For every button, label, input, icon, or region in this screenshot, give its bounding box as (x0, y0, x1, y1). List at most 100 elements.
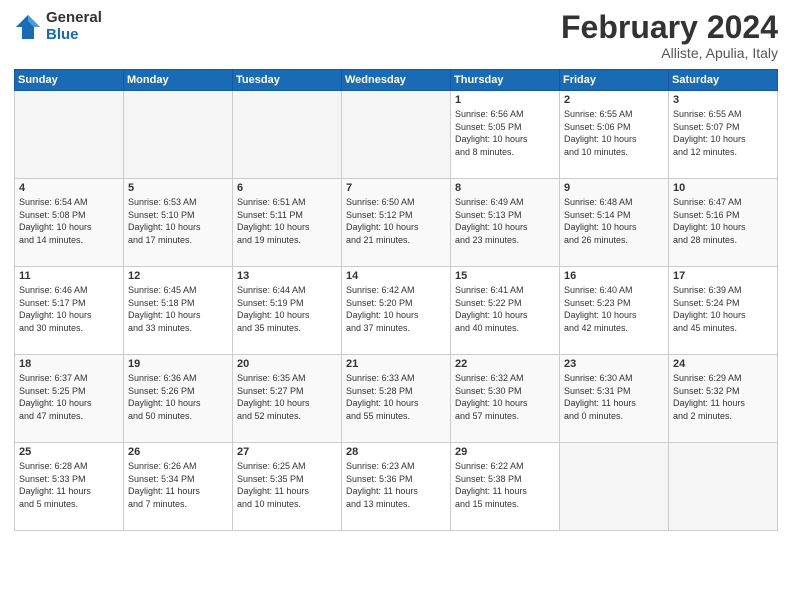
day-info: Sunrise: 6:42 AM Sunset: 5:20 PM Dayligh… (346, 284, 446, 334)
day-number: 15 (455, 270, 555, 282)
calendar-cell (342, 91, 451, 179)
day-number: 2 (564, 94, 664, 106)
calendar-cell (669, 443, 778, 531)
day-number: 23 (564, 358, 664, 370)
day-info: Sunrise: 6:48 AM Sunset: 5:14 PM Dayligh… (564, 196, 664, 246)
calendar-cell: 14Sunrise: 6:42 AM Sunset: 5:20 PM Dayli… (342, 267, 451, 355)
calendar-week-3: 18 Sunrise: 6:37 AM Sunset: 5:25 PM Dayli… (15, 355, 778, 443)
header-thursday: Thursday (451, 70, 560, 91)
day-info: Sunrise: 6:53 AM Sunset: 5:10 PM Dayligh… (128, 196, 228, 246)
day-info: Sunrise: 6:55 AM Sunset: 5:07 PM Dayligh… (673, 108, 773, 158)
calendar-cell: 28 Sunrise: 6:23 AM Sunset: 5:36 PM Dayli… (342, 443, 451, 531)
header-wednesday: Wednesday (342, 70, 451, 91)
day-info: Sunrise: 6:22 AM Sunset: 5:38 PM Dayligh… (455, 460, 555, 510)
day-info: Sunrise: 6:56 AM Sunset: 5:05 PM Dayligh… (455, 108, 555, 158)
day-number: 18 (19, 358, 119, 370)
calendar-cell: 17 Sunrise: 6:39 AM Sunset: 5:24 PM Dayli… (669, 267, 778, 355)
day-info: Sunrise: 6:36 AM Sunset: 5:26 PM Dayligh… (128, 372, 228, 422)
page-container: General Blue February 2024 Alliste, Apul… (0, 0, 792, 612)
calendar-cell: 9 Sunrise: 6:48 AM Sunset: 5:14 PM Daylig… (560, 179, 669, 267)
day-number: 28 (346, 446, 446, 458)
day-number: 26 (128, 446, 228, 458)
calendar-cell: 20Sunrise: 6:35 AM Sunset: 5:27 PM Dayli… (233, 355, 342, 443)
calendar-cell (233, 91, 342, 179)
header-friday: Friday (560, 70, 669, 91)
calendar-cell: 12 Sunrise: 6:45 AM Sunset: 5:18 PM Dayli… (124, 267, 233, 355)
logo-icon (14, 13, 42, 41)
calendar-cell: 26Sunrise: 6:26 AM Sunset: 5:34 PM Dayli… (124, 443, 233, 531)
day-number: 13 (237, 270, 337, 282)
calendar-cell (560, 443, 669, 531)
calendar-cell: 5 Sunrise: 6:53 AM Sunset: 5:10 PM Daylig… (124, 179, 233, 267)
location: Alliste, Apulia, Italy (561, 45, 778, 61)
day-info: Sunrise: 6:49 AM Sunset: 5:13 PM Dayligh… (455, 196, 555, 246)
day-number: 9 (564, 182, 664, 194)
calendar-week-1: 4 Sunrise: 6:54 AM Sunset: 5:08 PM Daylig… (15, 179, 778, 267)
day-number: 12 (128, 270, 228, 282)
day-info: Sunrise: 6:44 AM Sunset: 5:19 PM Dayligh… (237, 284, 337, 334)
day-info: Sunrise: 6:54 AM Sunset: 5:08 PM Dayligh… (19, 196, 119, 246)
day-number: 19 (128, 358, 228, 370)
day-info: Sunrise: 6:25 AM Sunset: 5:35 PM Dayligh… (237, 460, 337, 510)
calendar-cell: 21 Sunrise: 6:33 AM Sunset: 5:28 PM Dayli… (342, 355, 451, 443)
day-number: 10 (673, 182, 773, 194)
day-info: Sunrise: 6:47 AM Sunset: 5:16 PM Dayligh… (673, 196, 773, 246)
month-title: February 2024 (561, 10, 778, 45)
calendar-cell: 27Sunrise: 6:25 AM Sunset: 5:35 PM Dayli… (233, 443, 342, 531)
calendar-cell: 8 Sunrise: 6:49 AM Sunset: 5:13 PM Daylig… (451, 179, 560, 267)
calendar-cell: 3 Sunrise: 6:55 AM Sunset: 5:07 PM Daylig… (669, 91, 778, 179)
calendar-week-0: 1 Sunrise: 6:56 AM Sunset: 5:05 PM Daylig… (15, 91, 778, 179)
title-block: February 2024 Alliste, Apulia, Italy (561, 10, 778, 61)
calendar-cell (124, 91, 233, 179)
header-row: Sunday Monday Tuesday Wednesday Thursday… (15, 70, 778, 91)
calendar-cell: 22 Sunrise: 6:32 AM Sunset: 5:30 PM Dayli… (451, 355, 560, 443)
day-number: 21 (346, 358, 446, 370)
calendar-week-4: 25Sunrise: 6:28 AM Sunset: 5:33 PM Dayli… (15, 443, 778, 531)
logo: General Blue (14, 10, 102, 43)
calendar-cell: 2Sunrise: 6:55 AM Sunset: 5:06 PM Daylig… (560, 91, 669, 179)
calendar-cell (15, 91, 124, 179)
calendar-cell: 29Sunrise: 6:22 AM Sunset: 5:38 PM Dayli… (451, 443, 560, 531)
day-info: Sunrise: 6:29 AM Sunset: 5:32 PM Dayligh… (673, 372, 773, 422)
day-number: 4 (19, 182, 119, 194)
day-info: Sunrise: 6:23 AM Sunset: 5:36 PM Dayligh… (346, 460, 446, 510)
calendar-cell: 25Sunrise: 6:28 AM Sunset: 5:33 PM Dayli… (15, 443, 124, 531)
day-number: 1 (455, 94, 555, 106)
day-info: Sunrise: 6:46 AM Sunset: 5:17 PM Dayligh… (19, 284, 119, 334)
calendar-cell: 19 Sunrise: 6:36 AM Sunset: 5:26 PM Dayli… (124, 355, 233, 443)
day-number: 25 (19, 446, 119, 458)
calendar-cell: 10 Sunrise: 6:47 AM Sunset: 5:16 PM Dayli… (669, 179, 778, 267)
day-number: 11 (19, 270, 119, 282)
day-info: Sunrise: 6:51 AM Sunset: 5:11 PM Dayligh… (237, 196, 337, 246)
calendar-table: Sunday Monday Tuesday Wednesday Thursday… (14, 69, 778, 531)
header-monday: Monday (124, 70, 233, 91)
day-info: Sunrise: 6:40 AM Sunset: 5:23 PM Dayligh… (564, 284, 664, 334)
day-number: 22 (455, 358, 555, 370)
day-info: Sunrise: 6:45 AM Sunset: 5:18 PM Dayligh… (128, 284, 228, 334)
page-header: General Blue February 2024 Alliste, Apul… (14, 10, 778, 61)
day-info: Sunrise: 6:50 AM Sunset: 5:12 PM Dayligh… (346, 196, 446, 246)
day-number: 17 (673, 270, 773, 282)
logo-blue: Blue (46, 27, 102, 44)
calendar-cell: 13 Sunrise: 6:44 AM Sunset: 5:19 PM Dayli… (233, 267, 342, 355)
day-info: Sunrise: 6:37 AM Sunset: 5:25 PM Dayligh… (19, 372, 119, 422)
logo-text: General Blue (46, 10, 102, 43)
day-number: 3 (673, 94, 773, 106)
day-info: Sunrise: 6:39 AM Sunset: 5:24 PM Dayligh… (673, 284, 773, 334)
calendar-cell: 18 Sunrise: 6:37 AM Sunset: 5:25 PM Dayli… (15, 355, 124, 443)
day-number: 8 (455, 182, 555, 194)
calendar-cell: 16 Sunrise: 6:40 AM Sunset: 5:23 PM Dayli… (560, 267, 669, 355)
header-sunday: Sunday (15, 70, 124, 91)
day-number: 16 (564, 270, 664, 282)
calendar-cell: 15Sunrise: 6:41 AM Sunset: 5:22 PM Dayli… (451, 267, 560, 355)
calendar-week-2: 11 Sunrise: 6:46 AM Sunset: 5:17 PM Dayli… (15, 267, 778, 355)
day-info: Sunrise: 6:30 AM Sunset: 5:31 PM Dayligh… (564, 372, 664, 422)
day-info: Sunrise: 6:33 AM Sunset: 5:28 PM Dayligh… (346, 372, 446, 422)
header-saturday: Saturday (669, 70, 778, 91)
calendar-cell: 1 Sunrise: 6:56 AM Sunset: 5:05 PM Daylig… (451, 91, 560, 179)
calendar-cell: 7Sunrise: 6:50 AM Sunset: 5:12 PM Daylig… (342, 179, 451, 267)
day-number: 24 (673, 358, 773, 370)
day-info: Sunrise: 6:32 AM Sunset: 5:30 PM Dayligh… (455, 372, 555, 422)
day-number: 6 (237, 182, 337, 194)
day-number: 5 (128, 182, 228, 194)
